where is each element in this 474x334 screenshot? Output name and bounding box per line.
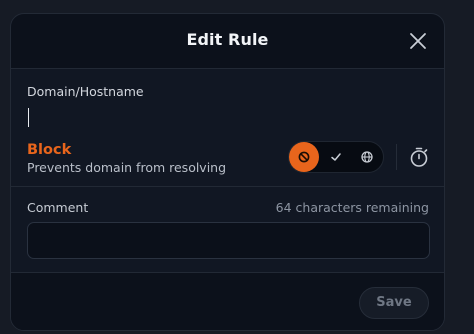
stopwatch-icon [410,147,428,167]
block-icon [298,151,310,163]
section-divider [11,186,444,187]
text-caret [28,108,29,127]
globe-icon [361,151,373,163]
action-description: Prevents domain from resolving [27,160,227,175]
domain-label: Domain/Hostname [27,84,144,99]
mode-toggle [288,141,384,173]
allow-mode-button[interactable] [321,142,351,172]
dialog-header: Edit Rule [11,14,444,69]
edit-rule-dialog: Edit Rule Domain/Hostname Block Prevents… [10,13,445,331]
redirect-mode-button[interactable] [352,142,382,172]
timer-button[interactable] [407,145,431,169]
comment-input[interactable] [27,222,430,259]
characters-remaining: 64 characters remaining [275,200,429,215]
check-icon [331,153,341,161]
save-button[interactable]: Save [359,287,429,319]
close-button[interactable] [408,31,428,51]
block-mode-button[interactable] [289,142,319,172]
dialog-footer: Save [11,272,444,330]
domain-input[interactable] [27,106,327,128]
close-icon [410,33,426,49]
action-title: Block [27,142,72,158]
toggle-divider [396,144,397,170]
dialog-title: Edit Rule [186,30,269,49]
comment-label: Comment [27,200,89,215]
